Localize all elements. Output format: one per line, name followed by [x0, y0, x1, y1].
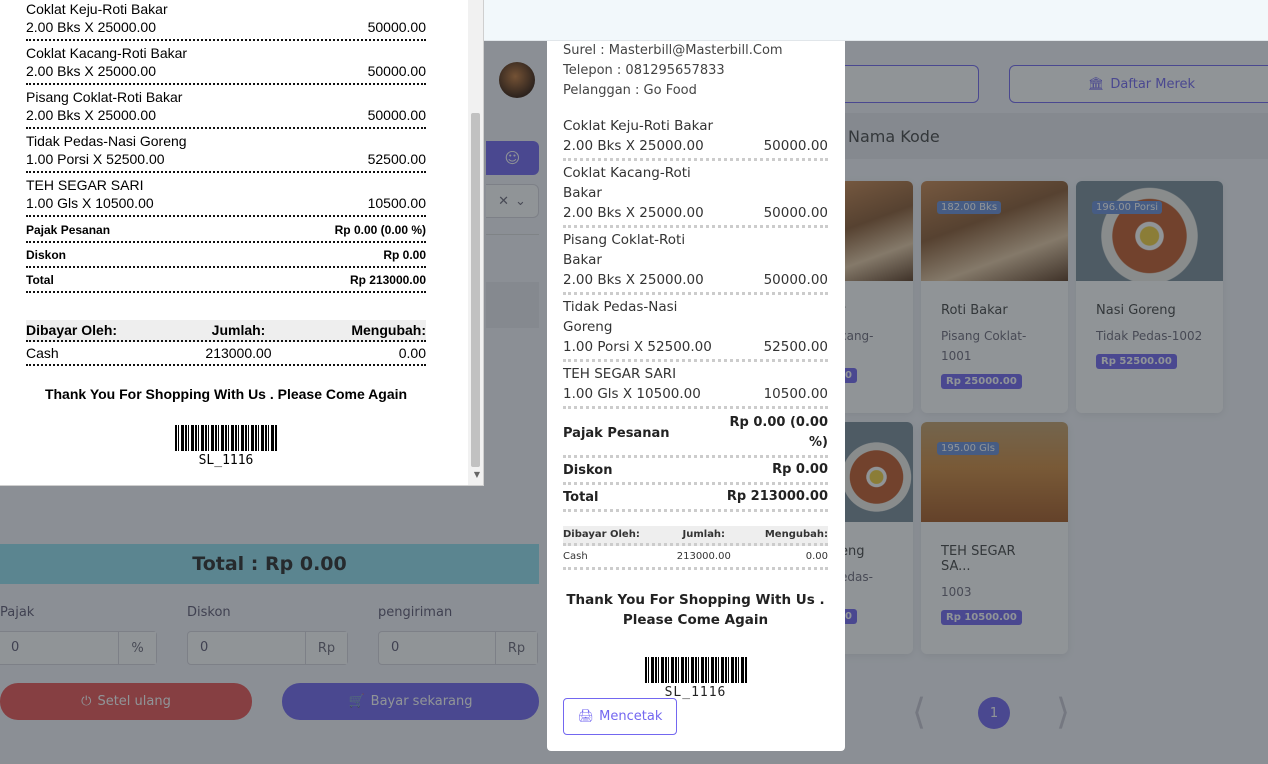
- discount-value: Rp 0.00: [772, 462, 828, 477]
- payment-method: Cash: [26, 345, 59, 361]
- discount-row: Diskon Rp 0.00: [26, 245, 426, 268]
- item-name: Pisang Coklat-Roti Bakar: [26, 89, 183, 105]
- item-qty: 2.00 Bks X 25000.00: [563, 272, 704, 288]
- total-label: Total: [26, 273, 54, 287]
- item-total: 50000.00: [367, 107, 426, 123]
- item-name: Tidak Pedas-Nasi Goreng: [563, 299, 678, 335]
- item-qty: 1.00 Porsi X 52500.00: [563, 339, 712, 355]
- payment-change: 0.00: [805, 551, 828, 562]
- item-name: Coklat Keju-Roti Bakar: [563, 118, 714, 134]
- payment-change: 0.00: [398, 345, 426, 361]
- scroll-down-arrow[interactable]: ▼: [474, 470, 480, 479]
- list-item: Coklat Keju-Roti Bakar 2.00 Bks X 25000.…: [26, 0, 426, 41]
- item-name: TEH SEGAR SARI: [563, 366, 677, 382]
- item-total: 50000.00: [763, 272, 828, 288]
- item-total: 50000.00: [763, 138, 828, 154]
- discount-label: Diskon: [26, 248, 67, 262]
- list-item: TEH SEGAR SARI 1.00 Gls X 10500.00 10500.…: [563, 364, 828, 409]
- change-header: Mengubah:: [764, 529, 828, 540]
- discount-label: Diskon: [563, 462, 613, 478]
- total-value: Rp 213000.00: [349, 273, 426, 287]
- item-total: 10500.00: [367, 195, 426, 211]
- item-total: 52500.00: [367, 151, 426, 167]
- item-total: 50000.00: [763, 205, 828, 221]
- receipt-email: Surel : Masterbill@Masterbill.Com: [563, 43, 783, 58]
- list-item: Tidak Pedas-Nasi Goreng 1.00 Porsi X 525…: [26, 132, 426, 173]
- paid-by-header: Dibayar Oleh:: [26, 322, 118, 338]
- list-item: TEH SEGAR SARI 1.00 Gls X 10500.00 10500.…: [26, 176, 426, 217]
- scrollbar[interactable]: ▼: [468, 0, 483, 485]
- tax-value: Rp 0.00 (0.00 %): [729, 415, 828, 450]
- item-qty: 1.00 Gls X 10500.00: [26, 195, 154, 211]
- item-qty: 2.00 Bks X 25000.00: [26, 19, 156, 35]
- receipt-customer: Pelanggan : Go Food: [563, 83, 697, 98]
- receipt: Surel : Masterbill@Masterbill.Com Telepo…: [563, 41, 828, 700]
- tax-row: Pajak Pesanan Rp 0.00 (0.00 %): [26, 220, 426, 243]
- item-qty: 2.00 Bks X 25000.00: [26, 63, 156, 79]
- tax-label: Pajak Pesanan: [563, 425, 670, 441]
- total-row: Total Rp 213000.00: [26, 270, 426, 293]
- total-value: Rp 213000.00: [726, 489, 828, 504]
- amount-header: Jumlah:: [682, 529, 726, 540]
- tax-value: Rp 0.00 (0.00 %): [334, 223, 426, 237]
- payment-header: Dibayar Oleh: Jumlah: Mengubah:: [26, 320, 426, 342]
- list-item: Pisang Coklat-Roti Bakar 2.00 Bks X 2500…: [563, 230, 828, 295]
- item-name: Coklat Kacang-Roti Bakar: [26, 45, 188, 61]
- list-item: Tidak Pedas-Nasi Goreng 1.00 Porsi X 525…: [563, 297, 828, 362]
- list-item: Coklat Kacang-Roti Bakar 2.00 Bks X 2500…: [26, 44, 426, 85]
- list-item: Pisang Coklat-Roti Bakar 2.00 Bks X 2500…: [26, 88, 426, 129]
- barcode: [644, 657, 747, 683]
- change-header: Mengubah:: [351, 322, 426, 338]
- list-item: Coklat Keju-Roti Bakar 2.00 Bks X 25000.…: [563, 116, 828, 161]
- total-row: Total Rp 213000.00: [563, 485, 828, 512]
- list-item: Coklat Kacang-Roti Bakar 2.00 Bks X 2500…: [563, 163, 828, 228]
- item-name: Coklat Kacang-Roti Bakar: [563, 165, 691, 201]
- scrollbar-thumb[interactable]: [471, 113, 480, 467]
- discount-row: Diskon Rp 0.00: [563, 458, 828, 485]
- item-total: 50000.00: [367, 63, 426, 79]
- item-name: Coklat Keju-Roti Bakar: [26, 1, 168, 17]
- receipt-items: Coklat Keju-Roti Bakar 2.00 Bks X 25000.…: [563, 116, 828, 409]
- tax-label: Pajak Pesanan: [26, 223, 111, 237]
- payment-row: Cash 213000.00 0.00: [26, 342, 426, 366]
- print-preview-content: Coklat Keju-Roti Bakar 2.00 Bks X 25000.…: [26, 0, 426, 468]
- item-name: Tidak Pedas-Nasi Goreng: [26, 133, 187, 149]
- item-name: Pisang Coklat-Roti Bakar: [563, 232, 686, 268]
- paid-by-header: Dibayar Oleh:: [563, 529, 640, 540]
- payment-amount: 213000.00: [676, 551, 731, 562]
- item-total: 10500.00: [763, 386, 828, 402]
- discount-value: Rp 0.00: [383, 248, 426, 262]
- item-qty: 2.00 Bks X 25000.00: [26, 107, 156, 123]
- thanks-message: Thank You For Shopping With Us . Please …: [44, 386, 408, 402]
- payment-row: Cash 213000.00 0.00: [563, 546, 828, 570]
- item-qty: 2.00 Bks X 25000.00: [563, 205, 704, 221]
- receipt-modal: Surel : Masterbill@Masterbill.Com Telepo…: [547, 41, 845, 751]
- amount-header: Jumlah:: [211, 322, 266, 338]
- browser-print-bar: [484, 0, 1268, 41]
- item-name: TEH SEGAR SARI: [26, 177, 144, 193]
- item-qty: 1.00 Gls X 10500.00: [563, 386, 701, 402]
- print-button[interactable]: 🖨 Mencetak: [563, 698, 677, 735]
- item-qty: 2.00 Bks X 25000.00: [563, 138, 704, 154]
- payment-header: Dibayar Oleh: Jumlah: Mengubah:: [563, 526, 828, 546]
- item-qty: 1.00 Porsi X 52500.00: [26, 151, 165, 167]
- payment-method: Cash: [563, 551, 588, 562]
- print-label: Mencetak: [599, 709, 663, 724]
- tax-row: Pajak Pesanan Rp 0.00 (0.00 %): [563, 411, 828, 458]
- sale-code: SL_1116: [198, 453, 254, 468]
- receipt-phone: Telepon : 081295657833: [563, 63, 725, 78]
- payment-amount: 213000.00: [205, 345, 272, 361]
- print-preview-window[interactable]: Coklat Keju-Roti Bakar 2.00 Bks X 25000.…: [0, 0, 484, 486]
- item-total: 52500.00: [763, 339, 828, 355]
- thanks-message: Thank You For Shopping With Us . Please …: [566, 592, 825, 628]
- total-label: Total: [563, 489, 599, 505]
- printer-icon: 🖨: [577, 709, 595, 724]
- barcode: [175, 425, 277, 451]
- item-total: 50000.00: [367, 19, 426, 35]
